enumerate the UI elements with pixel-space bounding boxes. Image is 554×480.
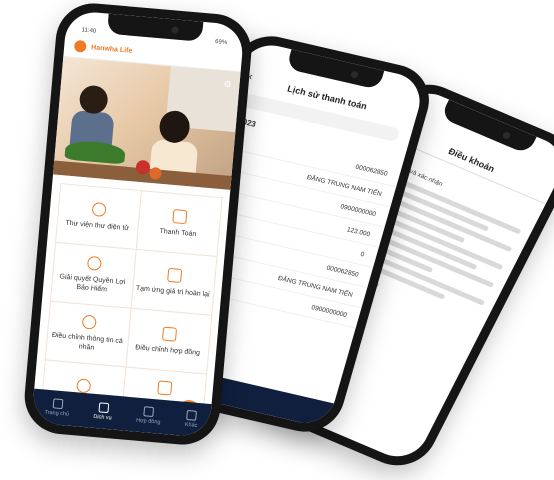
service-label: Giải quyết Quyền Lợi Bảo Hiểm <box>59 273 126 294</box>
service-icon <box>156 380 172 396</box>
nav-label: Dịch vụ <box>93 413 112 422</box>
service-label: Điều chỉnh thông tin cá nhân <box>51 331 124 352</box>
service-tile[interactable]: Điều chỉnh hợp đồng <box>124 307 212 375</box>
service-icon <box>75 377 91 393</box>
nav-item[interactable]: Dịch vụ <box>93 402 113 422</box>
hero-photo: ⚙ <box>52 56 241 190</box>
nav-icon <box>97 402 109 414</box>
home-screen: 11:40 69% Hanwha Life ⚙ Thư viện thư điệ… <box>31 10 245 438</box>
service-tile[interactable]: Thanh Toán <box>135 189 223 257</box>
nav-item[interactable]: Trang chủ <box>44 398 70 418</box>
service-tile[interactable]: Điều chỉnh thông tin cá nhân <box>44 300 132 367</box>
service-label: Thanh Toán <box>159 227 197 238</box>
service-tile[interactable]: Thư viện thư điện tử <box>54 182 142 250</box>
service-label: Tạm ứng giá trị hoàn lại <box>135 284 210 298</box>
nav-label: Hợp đồng <box>135 417 161 426</box>
service-label: Điều chỉnh hợp đồng <box>134 343 201 357</box>
service-icon <box>81 314 97 330</box>
service-icon <box>86 255 102 271</box>
service-icon <box>91 201 107 217</box>
service-icon <box>161 326 177 342</box>
nav-label: Trang chủ <box>44 409 70 418</box>
service-tile[interactable]: Giải quyết Quyền Lợi Bảo Hiểm <box>49 241 137 309</box>
brand-logo-icon <box>73 39 87 53</box>
nav-icon <box>52 398 63 410</box>
nav-item[interactable]: Khác <box>185 410 199 429</box>
status-time: 11:40 <box>81 27 97 35</box>
nav-icon <box>186 410 198 421</box>
service-icon <box>166 267 182 283</box>
nav-item[interactable]: Hợp đồng <box>136 406 162 426</box>
nav-label: Khác <box>184 421 198 429</box>
brand-name: Hanwha Life <box>90 43 133 55</box>
service-tile[interactable]: Tạm ứng giá trị hoàn lại <box>130 248 218 316</box>
service-icon <box>171 208 187 224</box>
settings-icon[interactable]: ⚙ <box>223 79 232 91</box>
phone-front: 11:40 69% Hanwha Life ⚙ Thư viện thư điệ… <box>21 0 255 448</box>
service-label: Thư viện thư điện tử <box>65 219 130 232</box>
nav-icon <box>143 406 155 418</box>
vegetables <box>64 139 126 165</box>
status-battery: 69% <box>214 39 228 47</box>
